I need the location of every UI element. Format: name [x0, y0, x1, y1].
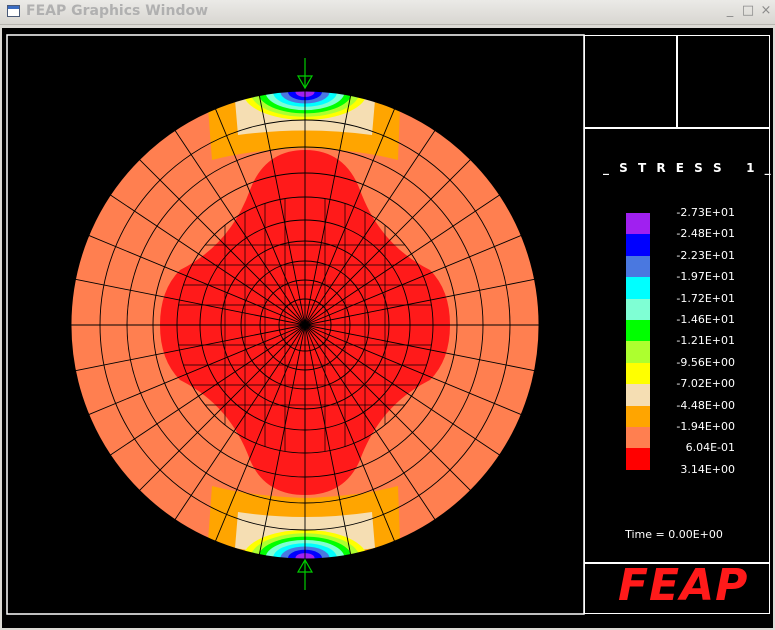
legend-label: -9.56E+00 — [676, 355, 735, 369]
legend-label: -7.02E+00 — [676, 377, 735, 391]
legend-label: -1.72E+01 — [676, 291, 735, 305]
view-panel-left — [584, 35, 677, 128]
legend-label: -1.94E+00 — [676, 420, 735, 433]
legend-label: 6.04E-01 — [685, 441, 735, 455]
legend-label: 3.14E+00 — [680, 462, 735, 476]
legend-label: -2.73E+01 — [676, 206, 735, 219]
time-label: Time = 0.00E+00 — [625, 528, 723, 541]
feap-logo: FEAP — [618, 560, 749, 611]
legend-label: -4.48E+00 — [676, 398, 735, 412]
disk-mesh — [70, 90, 540, 560]
legend-title: _ S T R E S S 1 _ — [603, 161, 774, 175]
legend-label: -2.23E+01 — [676, 248, 735, 262]
legend-label: -1.46E+01 — [676, 313, 735, 326]
legend-label: -1.21E+01 — [676, 334, 735, 348]
legend-label: -1.97E+01 — [676, 270, 735, 284]
bottom-load-arrow — [296, 558, 314, 590]
legend-label: -2.48E+01 — [676, 227, 735, 241]
view-panel-right — [677, 35, 770, 128]
top-load-arrow — [296, 58, 314, 90]
